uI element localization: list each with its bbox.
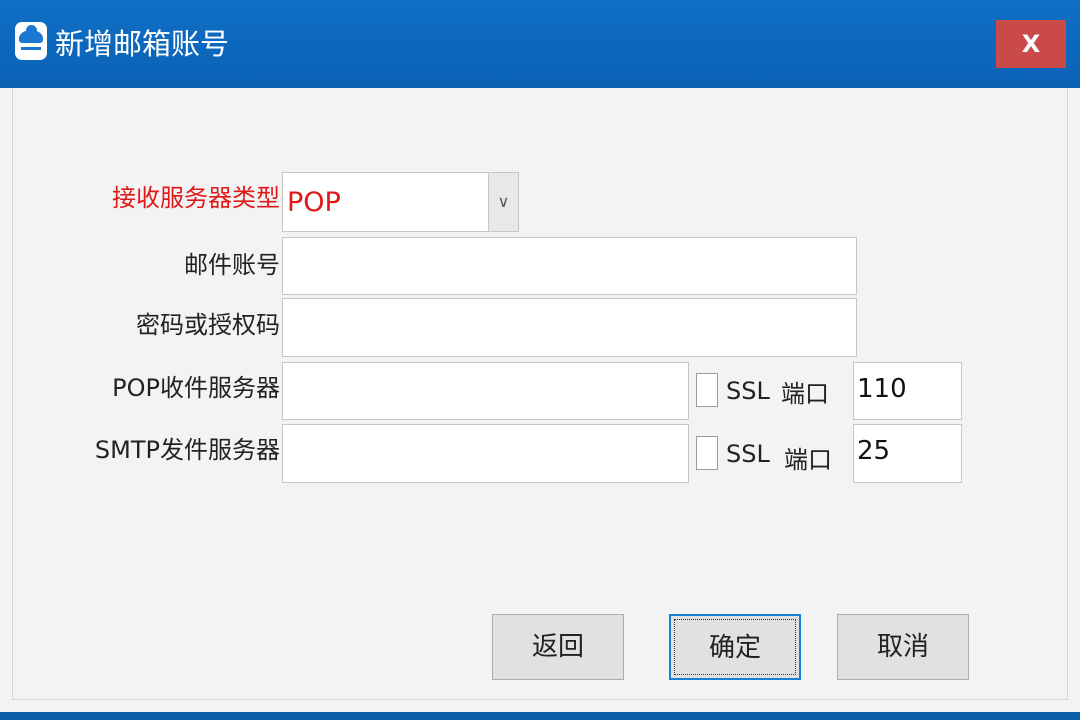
server-type-select[interactable]: POP ∨ xyxy=(282,172,519,232)
focus-rectangle xyxy=(674,619,796,675)
pop-port-input[interactable]: 110 xyxy=(853,362,962,420)
account-label: 邮件账号 xyxy=(184,251,280,279)
server-type-value: POP xyxy=(287,187,341,218)
server-type-label: 接收服务器类型 xyxy=(112,184,280,212)
account-input[interactable] xyxy=(282,237,857,295)
smtp-port-input[interactable]: 25 xyxy=(853,424,962,483)
window-bottom-edge xyxy=(0,712,1080,720)
pop-port-label: 端口 xyxy=(781,380,829,408)
pop-server-label: POP收件服务器 xyxy=(112,374,280,402)
pop-ssl-label: SSL xyxy=(726,377,770,405)
add-mailbox-dialog: 新增邮箱账号 X 接收服务器类型 POP ∨ 邮件账号 密码或授权码 POP收件… xyxy=(0,0,1080,720)
title-bar[interactable]: 新增邮箱账号 X xyxy=(0,0,1080,88)
pop-ssl-checkbox[interactable] xyxy=(696,373,718,407)
cancel-button-label: 取消 xyxy=(876,632,929,662)
smtp-port-label: 端口 xyxy=(784,446,832,474)
close-icon: X xyxy=(1021,30,1041,58)
confirm-button[interactable]: 确定 xyxy=(669,614,801,680)
cloud-mail-icon xyxy=(15,22,47,60)
smtp-server-label: SMTP发件服务器 xyxy=(94,436,280,464)
smtp-ssl-label: SSL xyxy=(726,440,770,468)
back-button-label: 返回 xyxy=(531,632,584,662)
smtp-ssl-checkbox[interactable] xyxy=(696,436,718,470)
back-button[interactable]: 返回 xyxy=(492,614,624,680)
close-button[interactable]: X xyxy=(996,20,1066,68)
window-title: 新增邮箱账号 xyxy=(55,27,230,61)
password-input[interactable] xyxy=(282,298,857,357)
cancel-button[interactable]: 取消 xyxy=(837,614,969,680)
password-label: 密码或授权码 xyxy=(136,311,280,339)
pop-server-input[interactable] xyxy=(282,362,689,420)
chevron-down-icon[interactable]: ∨ xyxy=(488,173,518,231)
smtp-server-input[interactable] xyxy=(282,424,689,483)
